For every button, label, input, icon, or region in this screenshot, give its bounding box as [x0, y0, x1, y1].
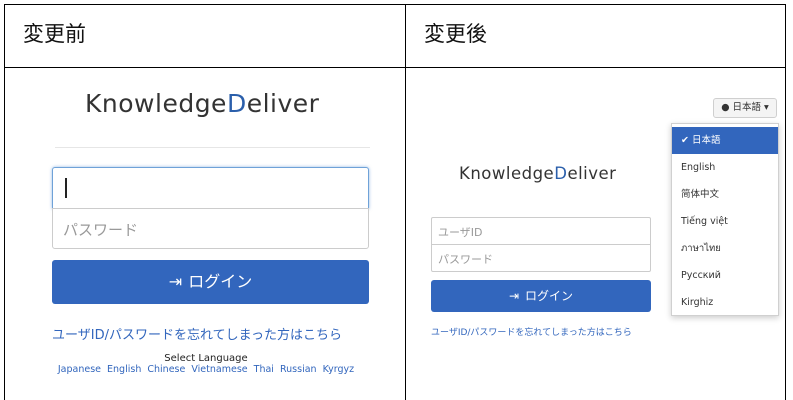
before-header-cell: 変更前 [4, 4, 406, 68]
language-option-russian[interactable]: Русский [672, 262, 778, 289]
login-icon: ⇥ [168, 272, 183, 291]
knowledgedeliver-logo: KnowledgeDeliver [85, 89, 320, 118]
password-field[interactable]: パスワード [52, 208, 369, 249]
password-placeholder: パスワード [63, 221, 139, 239]
after-login-panel: ● 日本語 ▾ KnowledgeDeliver ユーザID パスワード ⇥ ログ… [405, 67, 786, 400]
forgot-credentials-link[interactable]: ユーザID/パスワードを忘れてしまった方はこちら [431, 325, 632, 338]
comparison-table: 変更前 変更後 KnowledgeDeliver パスワード ⇥ ログイン ユーザ… [4, 4, 786, 400]
login-label: ログイン [525, 289, 574, 303]
language-dropdown-menu: ✔ 日本語 English 简体中文 Tiếng việt ภาษาไทย Ру… [671, 123, 779, 316]
language-links: Japanese English Chinese Vietnamese Thai… [5, 364, 407, 375]
knowledgedeliver-logo: KnowledgeDeliver [459, 164, 617, 183]
login-label: ログイン [188, 272, 253, 291]
language-option-kirghiz[interactable]: Kirghiz [672, 289, 778, 316]
language-link-japanese[interactable]: Japanese [58, 364, 101, 375]
language-option-vietnamese[interactable]: Tiếng việt [672, 208, 778, 235]
password-field[interactable]: パスワード [431, 244, 651, 272]
password-placeholder: パスワード [438, 253, 493, 266]
language-link-english[interactable]: English [107, 364, 141, 375]
language-option-english[interactable]: English [672, 154, 778, 181]
language-link-kyrgyz[interactable]: Kyrgyz [323, 364, 355, 375]
language-option-japanese[interactable]: ✔ 日本語 [672, 127, 778, 154]
language-dropdown-toggle[interactable]: ● 日本語 ▾ [713, 98, 777, 118]
language-link-vietnamese[interactable]: Vietnamese [191, 364, 247, 375]
after-header-cell: 変更後 [405, 4, 786, 68]
login-button[interactable]: ⇥ ログイン [431, 280, 651, 312]
forgot-credentials-link[interactable]: ユーザID/パスワードを忘れてしまった方はこちら [52, 324, 342, 343]
login-button[interactable]: ⇥ ログイン [52, 260, 369, 304]
before-login-panel: KnowledgeDeliver パスワード ⇥ ログイン ユーザID/パスワード… [4, 67, 406, 400]
language-option-thai[interactable]: ภาษาไทย [672, 235, 778, 262]
language-link-russian[interactable]: Russian [280, 364, 317, 375]
divider [55, 147, 370, 148]
language-link-chinese[interactable]: Chinese [147, 364, 185, 375]
text-caret [65, 178, 67, 198]
userid-placeholder: ユーザID [438, 226, 483, 239]
userid-field[interactable] [52, 167, 369, 209]
language-option-chinese[interactable]: 简体中文 [672, 181, 778, 208]
before-header: 変更前 [23, 22, 86, 46]
userid-field[interactable]: ユーザID [431, 217, 651, 245]
language-link-thai[interactable]: Thai [254, 364, 274, 375]
login-icon: ⇥ [508, 289, 520, 303]
after-header: 変更後 [424, 22, 487, 46]
select-language-label: Select Language [164, 353, 248, 364]
